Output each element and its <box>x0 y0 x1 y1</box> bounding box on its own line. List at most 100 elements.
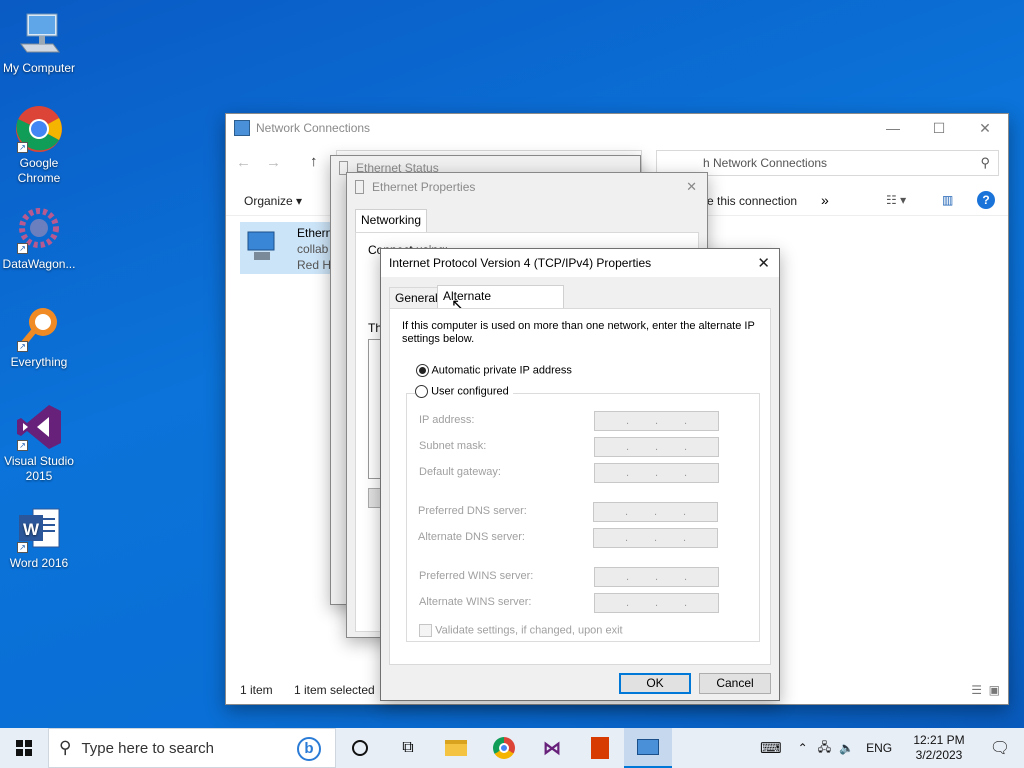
cancel-button[interactable]: Cancel <box>699 673 771 694</box>
organize-menu[interactable]: Organize ▾ <box>244 194 302 208</box>
touch-keyboard-icon[interactable]: ⌨ <box>760 739 782 757</box>
search-placeholder: Type here to search <box>81 739 215 757</box>
help-icon[interactable]: ? <box>977 191 995 209</box>
search-placeholder: h Network Connections <box>703 156 828 170</box>
user-configured-radio[interactable]: User configured <box>415 385 513 398</box>
radio-unselected-icon <box>415 385 428 398</box>
tab-general[interactable]: General <box>389 287 444 309</box>
dialog-titlebar[interactable]: Internet Protocol Version 4 (TCP/IPv4) P… <box>381 249 779 277</box>
maximize-button[interactable]: ☐ <box>916 114 962 142</box>
close-button[interactable]: ✕ <box>962 114 1008 142</box>
bing-icon: b <box>297 737 321 761</box>
alternate-wins-label: Alternate WINS server: <box>419 596 532 608</box>
shortcut-arrow-icon: ↗ <box>17 341 28 352</box>
everything-search-icon: ↗ <box>15 304 63 352</box>
dialog-title: Ethernet Properties <box>372 180 476 194</box>
minimize-button[interactable]: — <box>870 114 916 142</box>
office-icon[interactable] <box>576 728 624 768</box>
preferred-wins-label: Preferred WINS server: <box>419 570 534 582</box>
preferred-wins-field[interactable]: ... <box>594 567 719 587</box>
back-arrow-icon[interactable]: ← <box>236 154 251 171</box>
preferred-dns-field[interactable]: ... <box>593 502 718 522</box>
task-view-icon[interactable]: ⧉ <box>384 728 432 768</box>
visual-studio-icon: ↗ <box>15 403 63 451</box>
rename-connection-button[interactable]: e this connection <box>707 194 797 208</box>
network-tray-icon[interactable]: 🖧 <box>818 738 831 759</box>
more-commands-button[interactable]: » <box>821 192 829 208</box>
desktop-icon-everything[interactable]: ↗ Everything <box>0 304 78 370</box>
show-hidden-icons-icon[interactable]: ⌃ <box>798 741 808 755</box>
close-icon[interactable]: ✕ <box>686 179 697 195</box>
connection-status: collab <box>297 242 329 256</box>
validate-settings-checkbox[interactable]: Validate settings, if changed, upon exit <box>419 624 623 637</box>
search-icon: ⚲ <box>59 738 72 757</box>
word-icon: W ↗ <box>15 505 63 553</box>
desktop-icon-label: Google Chrome <box>17 156 61 185</box>
network-connections-taskbar-icon[interactable] <box>624 728 672 768</box>
window-title: Network Connections <box>256 121 371 135</box>
dialog-titlebar[interactable]: Ethernet Properties ✕ <box>347 173 707 201</box>
notification-center-icon[interactable]: 🗨 <box>980 728 1020 768</box>
subnet-mask-field[interactable]: ... <box>594 437 719 457</box>
shortcut-arrow-icon: ↗ <box>17 440 28 451</box>
alternate-config-panel: If this computer is used on more than on… <box>389 308 771 665</box>
file-explorer-icon[interactable] <box>432 728 480 768</box>
volume-icon[interactable]: 🔈 <box>839 741 854 755</box>
preferred-dns-label: Preferred DNS server: <box>418 505 527 517</box>
cortana-icon[interactable] <box>336 728 384 768</box>
taskbar: ⚲ Type here to search b ⧉ ⋈ ⌨ ⌃ 🖧 🔈 ENG … <box>0 728 1024 768</box>
radio-selected-icon <box>416 364 429 377</box>
language-indicator[interactable]: ENG <box>866 741 892 755</box>
search-icon: ⚲ <box>980 155 990 170</box>
default-gateway-label: Default gateway: <box>419 466 501 478</box>
clock-date: 3/2/2023 <box>915 748 963 762</box>
chrome-taskbar-icon[interactable] <box>480 728 528 768</box>
connection-name: Ethern <box>297 226 333 240</box>
up-arrow-icon[interactable]: ↑ <box>310 153 318 170</box>
alternate-dns-field[interactable]: ... <box>593 528 718 548</box>
clock-time: 12:21 PM <box>913 733 965 747</box>
ip-address-field[interactable]: ... <box>594 411 719 431</box>
user-configured-group: User configured IP address: ... Subnet m… <box>406 385 760 642</box>
desktop-icon-label: Everything <box>10 355 68 369</box>
item-count: 1 item <box>240 683 273 697</box>
description-text: If this computer is used on more than on… <box>402 320 755 345</box>
desktop-icon-label: Word 2016 <box>9 556 69 570</box>
automatic-private-ip-radio[interactable]: Automatic private IP address <box>416 364 572 377</box>
visual-studio-taskbar-icon[interactable]: ⋈ <box>528 728 576 768</box>
close-icon[interactable]: ✕ <box>757 254 770 272</box>
computer-icon <box>15 10 63 58</box>
desktop-icon-my-computer[interactable]: My Computer <box>0 10 78 76</box>
forward-arrow-icon[interactable]: → <box>266 154 281 171</box>
default-gateway-field[interactable]: ... <box>594 463 719 483</box>
ethernet-properties-icon <box>355 180 364 194</box>
dialog-title: Internet Protocol Version 4 (TCP/IPv4) P… <box>389 256 652 270</box>
desktop-icon-datawagon[interactable]: ↗ DataWagon... <box>0 206 78 272</box>
alternate-wins-field[interactable]: ... <box>594 593 719 613</box>
subnet-mask-label: Subnet mask: <box>419 440 487 452</box>
tab-networking[interactable]: Networking <box>355 209 428 233</box>
desktop-icon-chrome[interactable]: ↗ Google Chrome <box>0 105 78 186</box>
shortcut-arrow-icon: ↗ <box>17 542 28 553</box>
datawagon-icon: ↗ <box>15 206 63 254</box>
view-options-icon[interactable]: ☷ ▾ <box>886 193 906 207</box>
desktop-icon-word[interactable]: W ↗ Word 2016 <box>0 505 78 571</box>
preview-pane-icon[interactable]: ▥ <box>942 193 953 207</box>
large-icons-view-icon[interactable]: ▣ <box>989 683 1000 697</box>
ethernet-adapter-icon <box>244 228 280 264</box>
start-button[interactable] <box>0 728 48 768</box>
taskbar-search-box[interactable]: ⚲ Type here to search b <box>48 728 336 768</box>
system-tray: ⌨ ⌃ 🖧 🔈 ENG <box>760 728 892 768</box>
desktop-icon-label: Visual Studio 2015 <box>4 454 74 483</box>
ok-button[interactable]: OK <box>619 673 691 694</box>
checkbox-icon <box>419 624 432 637</box>
desktop-icon-visual-studio[interactable]: ↗ Visual Studio 2015 <box>0 403 78 484</box>
alternate-dns-label: Alternate DNS server: <box>418 531 525 543</box>
window-titlebar[interactable]: Network Connections — ☐ ✕ <box>226 114 1008 142</box>
shortcut-arrow-icon: ↗ <box>17 142 28 153</box>
desktop-icon-label: My Computer <box>2 61 76 75</box>
windows-logo-icon <box>16 740 32 756</box>
ipv4-properties-dialog: Internet Protocol Version 4 (TCP/IPv4) P… <box>380 248 780 701</box>
details-view-icon[interactable]: ☰ <box>971 683 982 697</box>
clock[interactable]: 12:21 PM 3/2/2023 <box>906 728 972 768</box>
